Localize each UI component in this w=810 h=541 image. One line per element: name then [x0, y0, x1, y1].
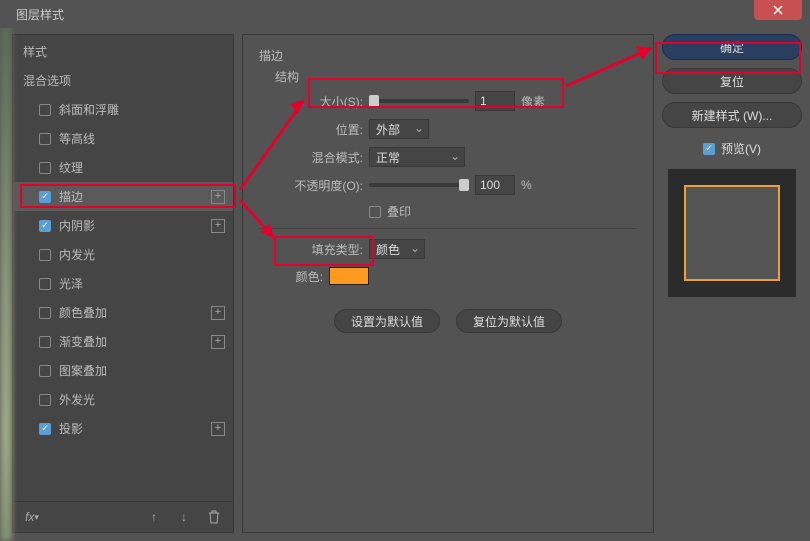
- overprint-checkbox[interactable]: [369, 206, 381, 218]
- sidebar-item-effect[interactable]: 图案叠加: [13, 356, 233, 385]
- effect-checkbox[interactable]: [39, 191, 51, 203]
- effect-label: 描边: [59, 188, 83, 205]
- effect-checkbox[interactable]: [39, 365, 51, 377]
- opacity-slider[interactable]: [369, 183, 469, 187]
- trash-icon: [208, 510, 220, 524]
- sidebar-item-effect[interactable]: 内发光: [13, 240, 233, 269]
- effect-label: 等高线: [59, 130, 95, 147]
- effect-add-button[interactable]: +: [211, 306, 225, 320]
- color-label: 颜色:: [275, 268, 323, 285]
- effect-checkbox[interactable]: [39, 133, 51, 145]
- sidebar-footer: fx▾ ↑ ↓: [13, 501, 233, 532]
- fx-menu-button[interactable]: fx▾: [21, 508, 43, 526]
- sidebar-item-effect[interactable]: 描边 +: [13, 182, 233, 211]
- effect-label: 内发光: [59, 246, 95, 263]
- sidebar-item-effect[interactable]: 内阴影 +: [13, 211, 233, 240]
- opacity-unit: %: [521, 178, 532, 192]
- effect-add-button[interactable]: +: [211, 335, 225, 349]
- make-default-button[interactable]: 设置为默认值: [334, 309, 440, 333]
- effect-label: 光泽: [59, 275, 83, 292]
- opacity-label: 不透明度(O):: [275, 177, 363, 194]
- overprint-label: 叠印: [387, 203, 411, 220]
- filltype-select[interactable]: 颜色: [369, 239, 425, 259]
- effect-label: 斜面和浮雕: [59, 101, 119, 118]
- effect-label: 纹理: [59, 159, 83, 176]
- effect-add-button[interactable]: +: [211, 422, 225, 436]
- effect-label: 内阴影: [59, 217, 95, 234]
- trash-button[interactable]: [203, 508, 225, 526]
- styles-sidebar: 样式 混合选项 斜面和浮雕等高线纹理描边 + 内阴影 + 内发光光泽颜色叠加 + 渐变叠加 +…: [12, 34, 234, 533]
- sidebar-item-effect[interactable]: 光泽: [13, 269, 233, 298]
- position-label: 位置:: [275, 121, 363, 138]
- position-select[interactable]: 外部: [369, 119, 429, 139]
- sidebar-item-effect[interactable]: 渐变叠加 +: [13, 327, 233, 356]
- effect-add-button[interactable]: +: [211, 190, 225, 204]
- filltype-label: 填充类型:: [275, 241, 363, 258]
- titlebar: 图层样式: [0, 0, 810, 28]
- size-input[interactable]: [475, 91, 515, 111]
- cancel-button[interactable]: 复位: [662, 68, 802, 94]
- size-slider[interactable]: [369, 99, 469, 103]
- preview-box: [668, 169, 796, 297]
- sidebar-blend-options[interactable]: 混合选项: [13, 66, 233, 95]
- effect-label: 图案叠加: [59, 362, 107, 379]
- sidebar-item-effect[interactable]: 等高线: [13, 124, 233, 153]
- sidebar-item-effect[interactable]: 外发光: [13, 385, 233, 414]
- sidebar-styles-header[interactable]: 样式: [13, 35, 233, 66]
- ok-button[interactable]: 确定: [662, 34, 802, 60]
- effect-checkbox[interactable]: [39, 249, 51, 261]
- effect-checkbox[interactable]: [39, 278, 51, 290]
- effect-checkbox[interactable]: [39, 394, 51, 406]
- main-panel: 描边 结构 大小(S): 像素 位置: 外部 混合模式: 正常 不透明度(O):: [242, 34, 654, 533]
- effect-checkbox[interactable]: [39, 162, 51, 174]
- effect-checkbox[interactable]: [39, 104, 51, 116]
- preview-stroke: [684, 185, 780, 281]
- preview-label: 预览(V): [721, 140, 761, 157]
- close-button[interactable]: [754, 0, 802, 20]
- close-icon: [773, 5, 783, 15]
- window-title: 图层样式: [16, 6, 64, 23]
- effect-label: 外发光: [59, 391, 95, 408]
- blendmode-select[interactable]: 正常: [369, 147, 465, 167]
- sidebar-item-effect[interactable]: 纹理: [13, 153, 233, 182]
- right-column: 确定 复位 新建样式 (W)... 预览(V): [662, 34, 802, 533]
- reset-default-button[interactable]: 复位为默认值: [456, 309, 562, 333]
- effect-checkbox[interactable]: [39, 336, 51, 348]
- blendmode-label: 混合模式:: [275, 149, 363, 166]
- size-unit: 像素: [521, 93, 545, 110]
- opacity-input[interactable]: [475, 175, 515, 195]
- sidebar-item-effect[interactable]: 颜色叠加 +: [13, 298, 233, 327]
- effect-label: 投影: [59, 420, 83, 437]
- effect-label: 颜色叠加: [59, 304, 107, 321]
- effect-checkbox[interactable]: [39, 423, 51, 435]
- effect-add-button[interactable]: +: [211, 219, 225, 233]
- effect-label: 渐变叠加: [59, 333, 107, 350]
- effect-checkbox[interactable]: [39, 307, 51, 319]
- color-swatch[interactable]: [329, 267, 369, 285]
- size-label: 大小(S):: [275, 93, 363, 110]
- move-up-button[interactable]: ↑: [143, 508, 165, 526]
- group-title-stroke: 描边: [259, 47, 637, 64]
- subgroup-structure: 结构: [275, 68, 637, 85]
- effect-checkbox[interactable]: [39, 220, 51, 232]
- preview-checkbox[interactable]: [703, 143, 715, 155]
- sidebar-item-effect[interactable]: 斜面和浮雕: [13, 95, 233, 124]
- new-style-button[interactable]: 新建样式 (W)...: [662, 102, 802, 128]
- move-down-button[interactable]: ↓: [173, 508, 195, 526]
- sidebar-item-effect[interactable]: 投影 +: [13, 414, 233, 443]
